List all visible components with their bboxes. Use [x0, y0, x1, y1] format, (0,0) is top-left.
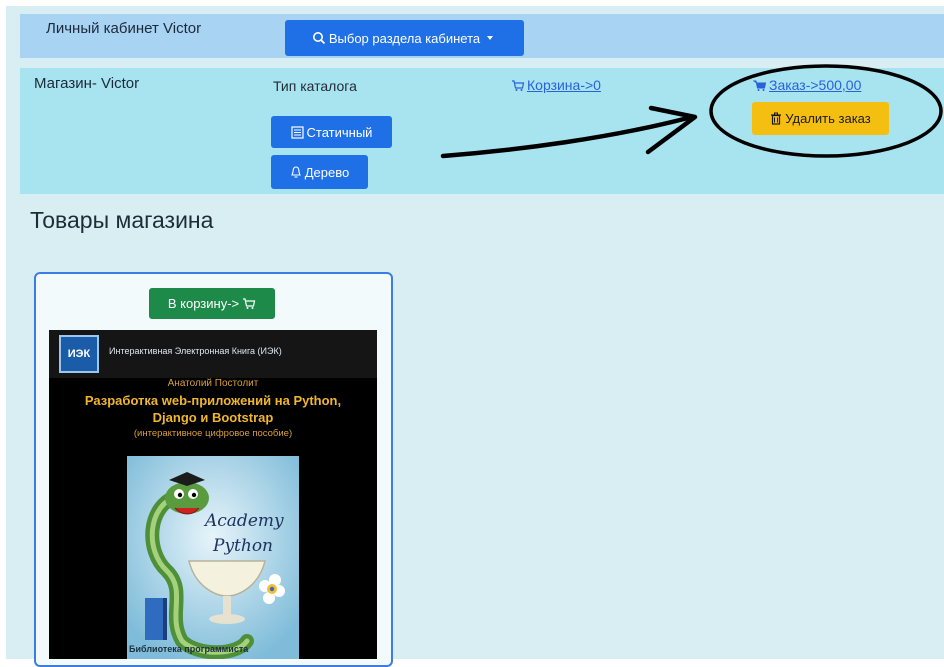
section-title: Товары магазина	[30, 207, 214, 233]
add-to-cart-button[interactable]: В корзину->	[149, 288, 275, 319]
art-text-academy: Academy	[203, 511, 284, 531]
book-cover-image[interactable]: ИЭК Интерактивная Электронная Книга (ИЭК…	[49, 330, 377, 659]
cover-footer: Библиотека программиста	[129, 644, 249, 654]
cart-link[interactable]: Корзина->0	[511, 77, 601, 93]
cart-icon	[243, 298, 256, 309]
cover-title-line1: Разработка web-приложений на Python,	[84, 393, 342, 408]
order-link-label: Заказ->500,00	[769, 77, 862, 93]
order-link[interactable]: Заказ->500,00	[753, 77, 861, 93]
catalog-type-label: Тип каталога	[273, 78, 357, 94]
section-select-button[interactable]: Выбор раздела кабинета	[285, 20, 524, 56]
cart-icon	[753, 80, 767, 91]
cabinet-title: Личный кабинет Victor	[46, 20, 202, 37]
iek-logo: ИЭК	[59, 335, 99, 373]
cart-link-label: Корзина->0	[527, 77, 601, 93]
book-graphic	[145, 598, 167, 640]
cover-subtitle: (интерактивное цифровое пособие)	[133, 428, 293, 439]
caret-down-icon	[487, 36, 494, 40]
add-to-cart-label: В корзину->	[167, 296, 240, 311]
shop-title: Магазин- Victor	[34, 75, 140, 92]
cover-illustration: Academy Python	[127, 456, 299, 659]
bell-icon	[290, 165, 301, 178]
section-select-label: Выбор раздела кабинета	[328, 30, 481, 46]
cover-series: Интерактивная Электронная Книга (ИЭК)	[109, 346, 282, 356]
cover-author: Анатолий Постолит	[167, 378, 259, 389]
tree-catalog-button[interactable]: Дерево	[271, 155, 368, 189]
cover-title-line2: Django и Bootstrap	[152, 410, 274, 425]
cover-title: Разработка web-приложений на Python, Dja…	[49, 392, 377, 426]
list-icon	[290, 125, 304, 139]
tree-catalog-label: Дерево	[304, 164, 350, 180]
delete-order-label: Удалить заказ	[785, 111, 871, 126]
trash-icon	[771, 112, 782, 125]
static-catalog-button[interactable]: Статичный	[271, 116, 392, 148]
delete-order-button[interactable]: Удалить заказ	[752, 102, 889, 135]
static-catalog-label: Статичный	[306, 124, 373, 140]
search-icon	[312, 32, 325, 45]
art-text-python: Python	[212, 536, 273, 556]
cart-icon	[512, 79, 525, 91]
